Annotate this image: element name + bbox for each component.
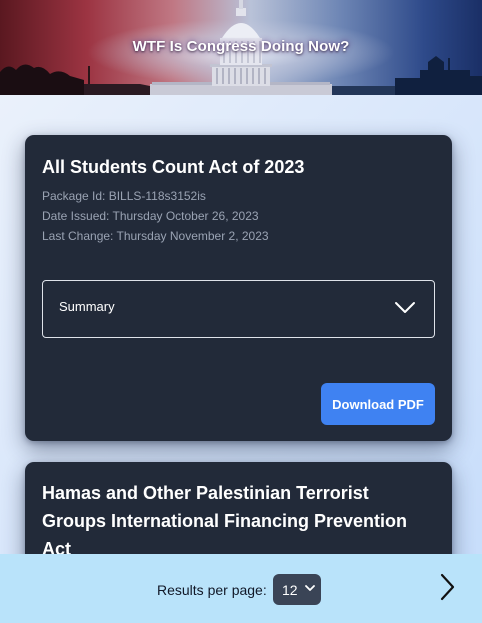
caret-down-icon [305, 585, 315, 591]
summary-accordion[interactable]: Summary [42, 280, 435, 338]
bill-meta: Package Id: BILLS-118s3152is Date Issued… [42, 186, 435, 246]
results-per-page-select[interactable]: 12 [273, 574, 321, 605]
summary-label: Summary [59, 299, 115, 314]
results-per-page-value: 12 [282, 582, 298, 598]
bill-title: Hamas and Other Palestinian Terrorist Gr… [42, 483, 408, 559]
chevron-down-icon [395, 302, 415, 313]
chevron-right-icon[interactable] [436, 572, 458, 602]
header-banner: WTF Is Congress Doing Now? [0, 0, 482, 95]
package-id: Package Id: BILLS-118s3152is [42, 189, 206, 203]
results-per-page-label: Results per page: [157, 582, 267, 598]
last-change: Last Change: Thursday November 2, 2023 [42, 229, 269, 243]
download-pdf-button[interactable]: Download PDF [321, 383, 435, 425]
bill-title: All Students Count Act of 2023 [42, 157, 305, 177]
pagination-footer: Results per page: 12 [0, 554, 482, 623]
date-issued: Date Issued: Thursday October 26, 2023 [42, 209, 259, 223]
bill-card: All Students Count Act of 2023 Package I… [25, 135, 452, 441]
site-title: WTF Is Congress Doing Now? [132, 38, 350, 55]
